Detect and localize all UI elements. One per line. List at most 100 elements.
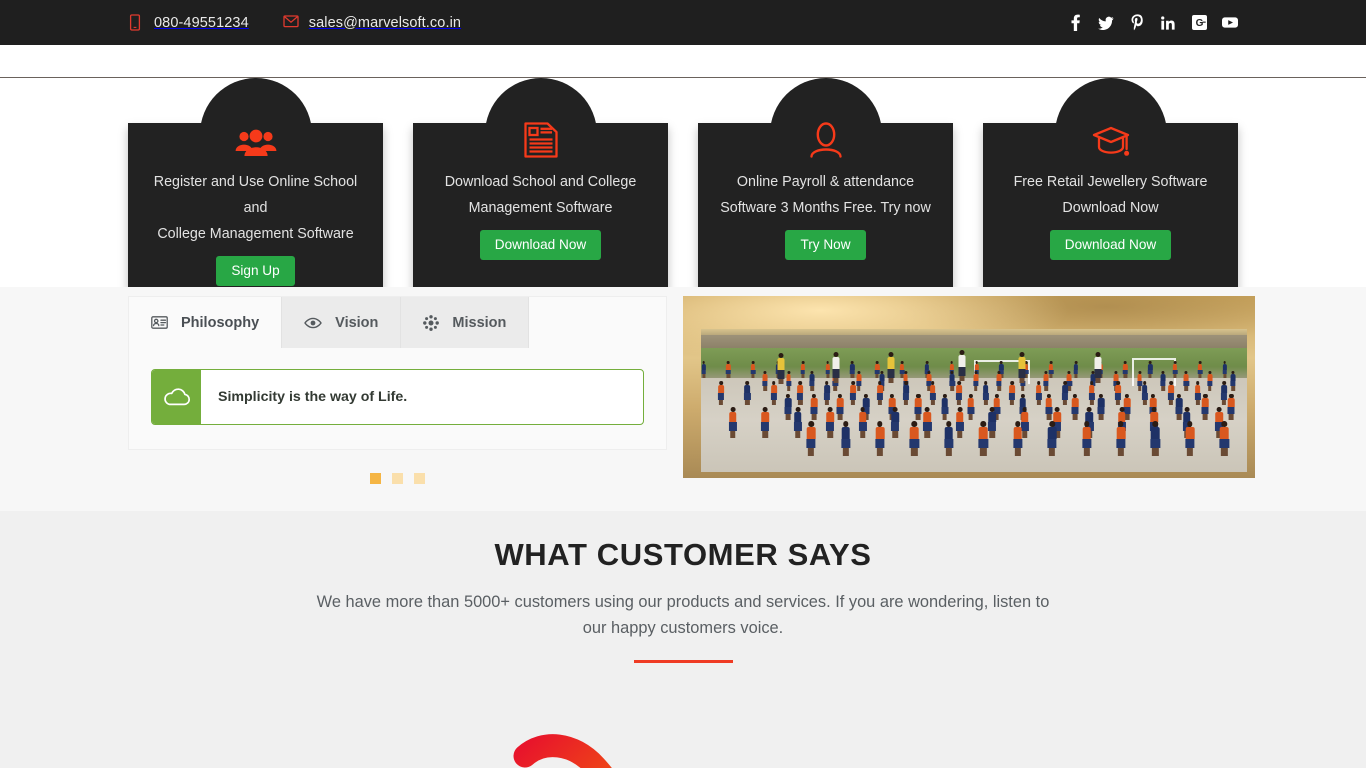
photo-student <box>1185 421 1196 457</box>
photo-student <box>949 370 956 391</box>
photo-student <box>850 381 857 405</box>
photo-student <box>978 421 989 457</box>
carousel-dot[interactable] <box>370 473 381 484</box>
tab-mission[interactable]: Mission <box>401 297 530 348</box>
photo-student <box>1009 381 1016 405</box>
photo-student <box>1160 370 1166 391</box>
feature-card-line1: Online Payroll & attendance <box>736 174 915 190</box>
photo-student <box>973 370 979 391</box>
testimonials-title: WHAT CUSTOMER SAYS <box>494 537 872 572</box>
photo-student <box>914 393 922 421</box>
photo-adult <box>1018 351 1026 383</box>
envelope-icon <box>283 14 299 31</box>
photo-student <box>1081 421 1092 457</box>
carousel-dot[interactable] <box>392 473 403 484</box>
pinterest-icon[interactable] <box>1129 14 1145 32</box>
photo-student <box>1183 370 1189 391</box>
navigation-strip <box>0 45 1366 78</box>
photo-student <box>717 381 724 405</box>
facebook-icon[interactable] <box>1067 14 1083 32</box>
tab-vision[interactable]: Vision <box>282 297 402 348</box>
photo-student <box>923 406 932 438</box>
photo-student <box>1116 421 1127 457</box>
users-group-icon <box>235 129 277 159</box>
feature-card-line2: Management Software <box>468 200 613 216</box>
top-contact-bar: 080-49551234 sales@marvelsoft.co.in G <box>0 0 1366 45</box>
school-assembly-photo <box>683 296 1255 478</box>
download-now-button[interactable]: Download Now <box>1049 230 1172 260</box>
photo-student <box>982 381 989 405</box>
google-plus-icon[interactable]: G <box>1191 14 1207 32</box>
tab-strip: Philosophy Vision Mission <box>129 297 666 348</box>
photo-adult <box>777 353 785 385</box>
photo-student <box>728 406 737 438</box>
tab-label: Mission <box>452 314 507 331</box>
photo-student <box>785 370 792 391</box>
feature-card-icon-bubble <box>1054 78 1167 168</box>
photo-student <box>955 406 964 438</box>
philosophy-quote-text: Simplicity is the way of Life. <box>218 389 408 405</box>
email-contact-link[interactable]: sales@marvelsoft.co.in <box>283 14 461 31</box>
photo-adult <box>887 351 895 383</box>
contact-group: 080-49551234 sales@marvelsoft.co.in <box>128 14 461 31</box>
photo-adult <box>832 351 840 383</box>
mobile-phone-icon <box>128 14 142 31</box>
photo-student <box>903 381 910 405</box>
svg-text:G: G <box>1195 18 1203 29</box>
feature-card-icon-bubble <box>484 78 597 168</box>
photo-student <box>793 406 802 438</box>
linkedin-icon[interactable] <box>1160 14 1176 32</box>
youtube-icon[interactable] <box>1222 14 1238 32</box>
photo-student <box>929 381 936 405</box>
photo-student <box>1012 421 1023 457</box>
photo-student <box>1219 421 1230 457</box>
phone-number-text: 080-49551234 <box>154 14 249 31</box>
photo-student <box>1197 360 1203 379</box>
photo-adult <box>1094 351 1102 383</box>
photo-student <box>1220 381 1228 405</box>
photo-student <box>836 393 844 421</box>
photo-student <box>750 360 756 379</box>
photo-student <box>1194 381 1201 405</box>
photo-student <box>967 393 975 421</box>
photo-student <box>1062 381 1069 405</box>
about-photo-column <box>683 287 1255 511</box>
feature-card: Download School and College Management S… <box>413 78 668 304</box>
photo-student <box>1222 360 1228 379</box>
photo-student <box>956 381 963 405</box>
newspaper-document-icon <box>523 121 559 159</box>
download-now-button[interactable]: Download Now <box>479 230 602 260</box>
photo-student <box>840 421 851 457</box>
red-orange-quote-swoosh <box>505 714 715 768</box>
tab-philosophy[interactable]: Philosophy <box>129 297 283 348</box>
photo-student <box>1167 381 1175 405</box>
try-now-button[interactable]: Try Now <box>785 230 866 260</box>
eye-icon <box>304 317 322 329</box>
feature-card: Register and Use Online School and Colle… <box>128 78 383 304</box>
tab-content-philosophy: Simplicity is the way of Life. <box>129 348 666 449</box>
photo-student <box>784 393 792 421</box>
photo-student <box>825 360 830 379</box>
photo-student <box>875 421 886 457</box>
photo-student <box>1148 360 1153 379</box>
photo-student <box>701 360 706 379</box>
photo-student <box>770 381 777 405</box>
photo-student <box>1097 393 1105 421</box>
photo-student <box>890 406 900 438</box>
about-section: Philosophy Vision Mission Simplicity is … <box>0 287 1366 511</box>
phone-contact-link[interactable]: 080-49551234 <box>128 14 249 31</box>
photo-student <box>941 393 949 421</box>
twitter-icon[interactable] <box>1098 14 1114 32</box>
feature-cards-row: Register and Use Online School and Colle… <box>0 78 1366 304</box>
tab-label: Vision <box>335 314 379 331</box>
sign-up-button[interactable]: Sign Up <box>216 256 295 286</box>
feature-card-line2: Download Now <box>1062 200 1159 216</box>
section-divider <box>633 660 733 663</box>
photo-student <box>800 360 806 379</box>
tab-panel-box: Philosophy Vision Mission Simplicity is … <box>128 296 667 450</box>
feature-card: Free Retail Jewellery Software Download … <box>983 78 1238 304</box>
carousel-dot[interactable] <box>414 473 425 484</box>
photo-student <box>1123 360 1128 379</box>
photo-student <box>823 381 830 405</box>
photo-student <box>744 381 751 405</box>
